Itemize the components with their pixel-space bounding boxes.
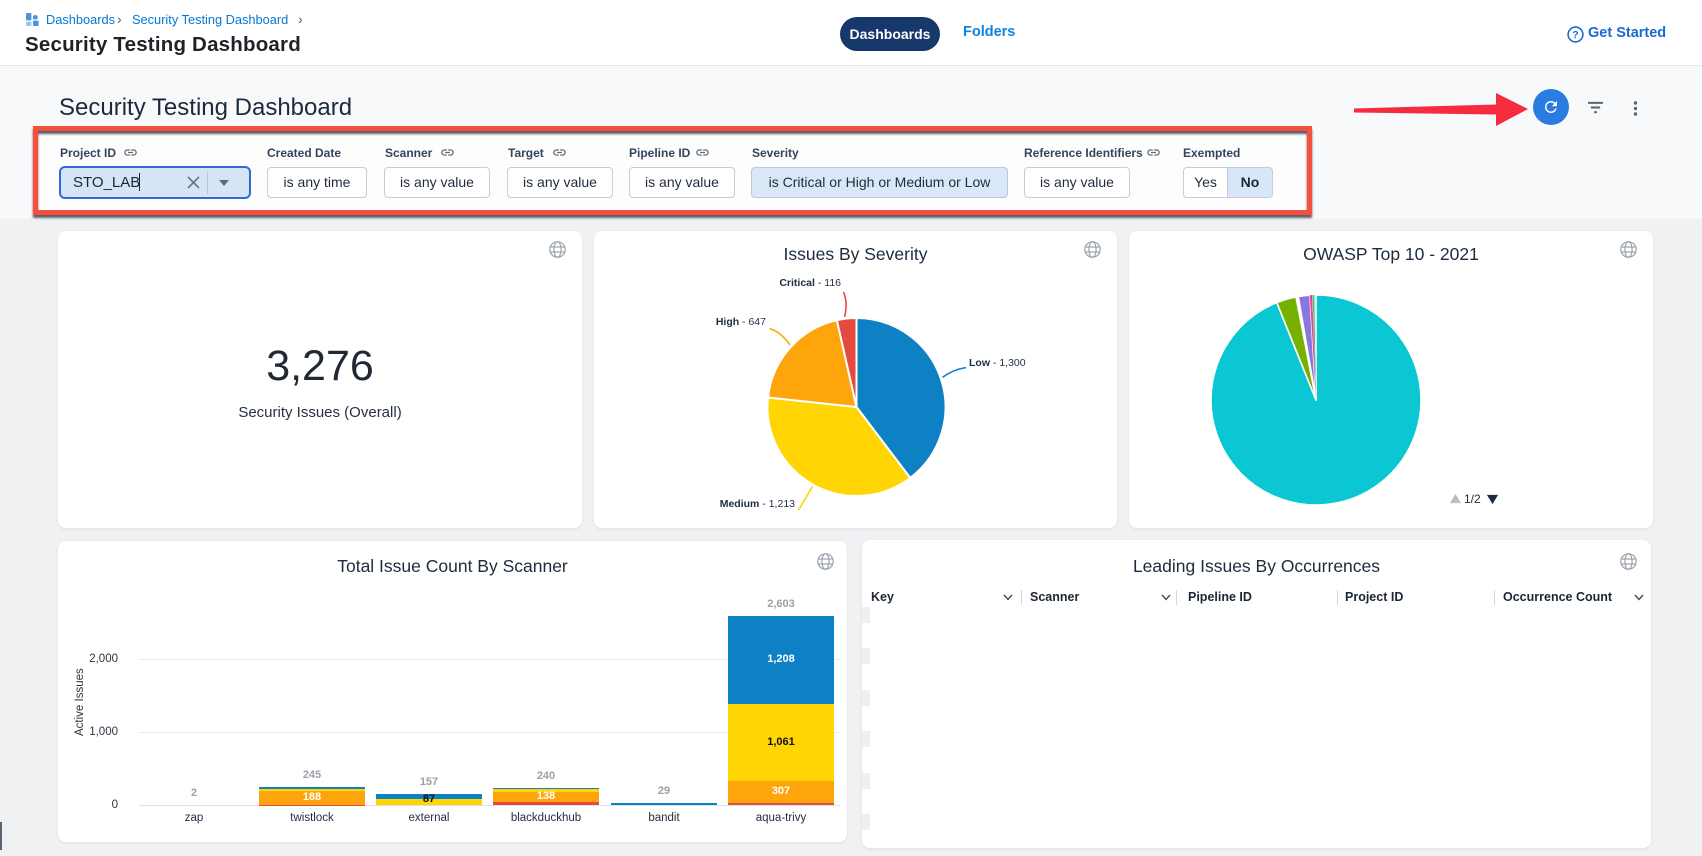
svg-text:?: ? xyxy=(1572,29,1578,41)
